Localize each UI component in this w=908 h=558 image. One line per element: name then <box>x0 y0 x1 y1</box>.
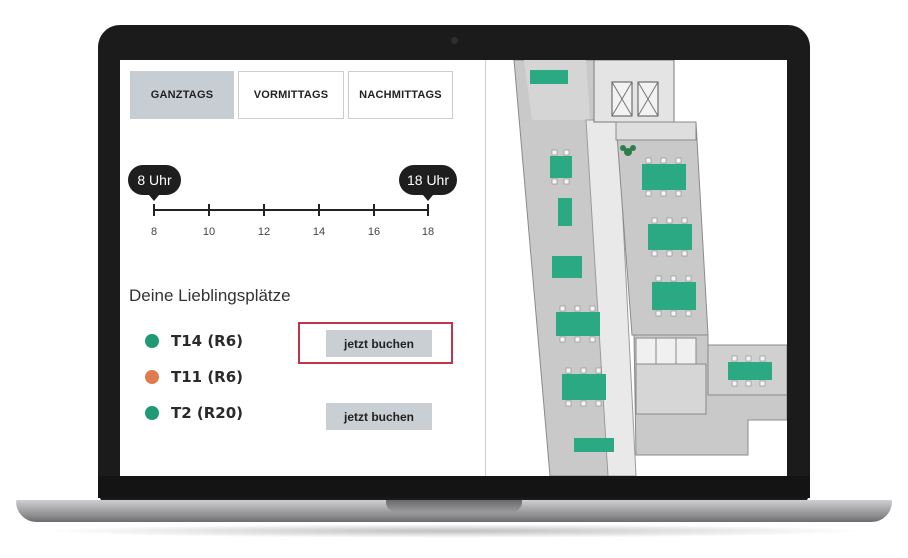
timeline-tick <box>153 204 155 216</box>
end-handle-pointer <box>423 195 433 201</box>
tab-vormittags[interactable]: VORMITTAGS <box>238 71 344 119</box>
start-handle-pointer <box>149 195 159 201</box>
tab-ganztags[interactable]: GANZTAGS <box>130 71 234 119</box>
camera-icon <box>451 37 458 44</box>
book-button-t2[interactable]: jetzt buchen <box>326 403 432 430</box>
laptop-shadow <box>40 524 868 538</box>
timeline-track[interactable] <box>153 209 428 211</box>
status-dot-available <box>145 406 159 420</box>
timeline-tick <box>373 204 375 216</box>
timeline-tick <box>208 204 210 216</box>
favorite-item: T14 (R6) <box>145 329 243 353</box>
booking-panel: GANZTAGS VORMITTAGS NACHMITTAGS 8 Uhr 18… <box>120 60 485 476</box>
favorite-item: T11 (R6) <box>145 365 243 389</box>
floor-plan[interactable] <box>486 60 787 476</box>
laptop-base-notch <box>386 500 522 512</box>
laptop-bezel <box>98 476 810 498</box>
app-screen: GANZTAGS VORMITTAGS NACHMITTAGS 8 Uhr 18… <box>120 60 787 476</box>
tick-label: 12 <box>257 226 271 238</box>
seat-label: T2 (R20) <box>171 404 244 422</box>
start-time-handle[interactable]: 8 Uhr <box>128 165 181 195</box>
timeline-tick <box>318 204 320 216</box>
timeline-tick <box>263 204 265 216</box>
tick-label: 10 <box>202 226 216 238</box>
favorite-item: T2 (R20) <box>145 401 243 425</box>
status-dot-available <box>145 334 159 348</box>
tick-label: 8 <box>150 226 158 238</box>
seat-label: T14 (R6) <box>171 332 244 350</box>
tick-label: 14 <box>312 226 326 238</box>
highlight-box <box>298 322 453 364</box>
tick-label: 18 <box>421 226 435 238</box>
status-dot-occupied <box>145 370 159 384</box>
seat-label: T11 (R6) <box>171 368 244 386</box>
tick-label: 16 <box>367 226 381 238</box>
tab-nachmittags[interactable]: NACHMITTAGS <box>348 71 453 119</box>
end-time-handle[interactable]: 18 Uhr <box>399 165 457 195</box>
timeline-tick <box>427 204 429 216</box>
favorites-title: Deine Lieblingsplätze <box>129 286 291 305</box>
